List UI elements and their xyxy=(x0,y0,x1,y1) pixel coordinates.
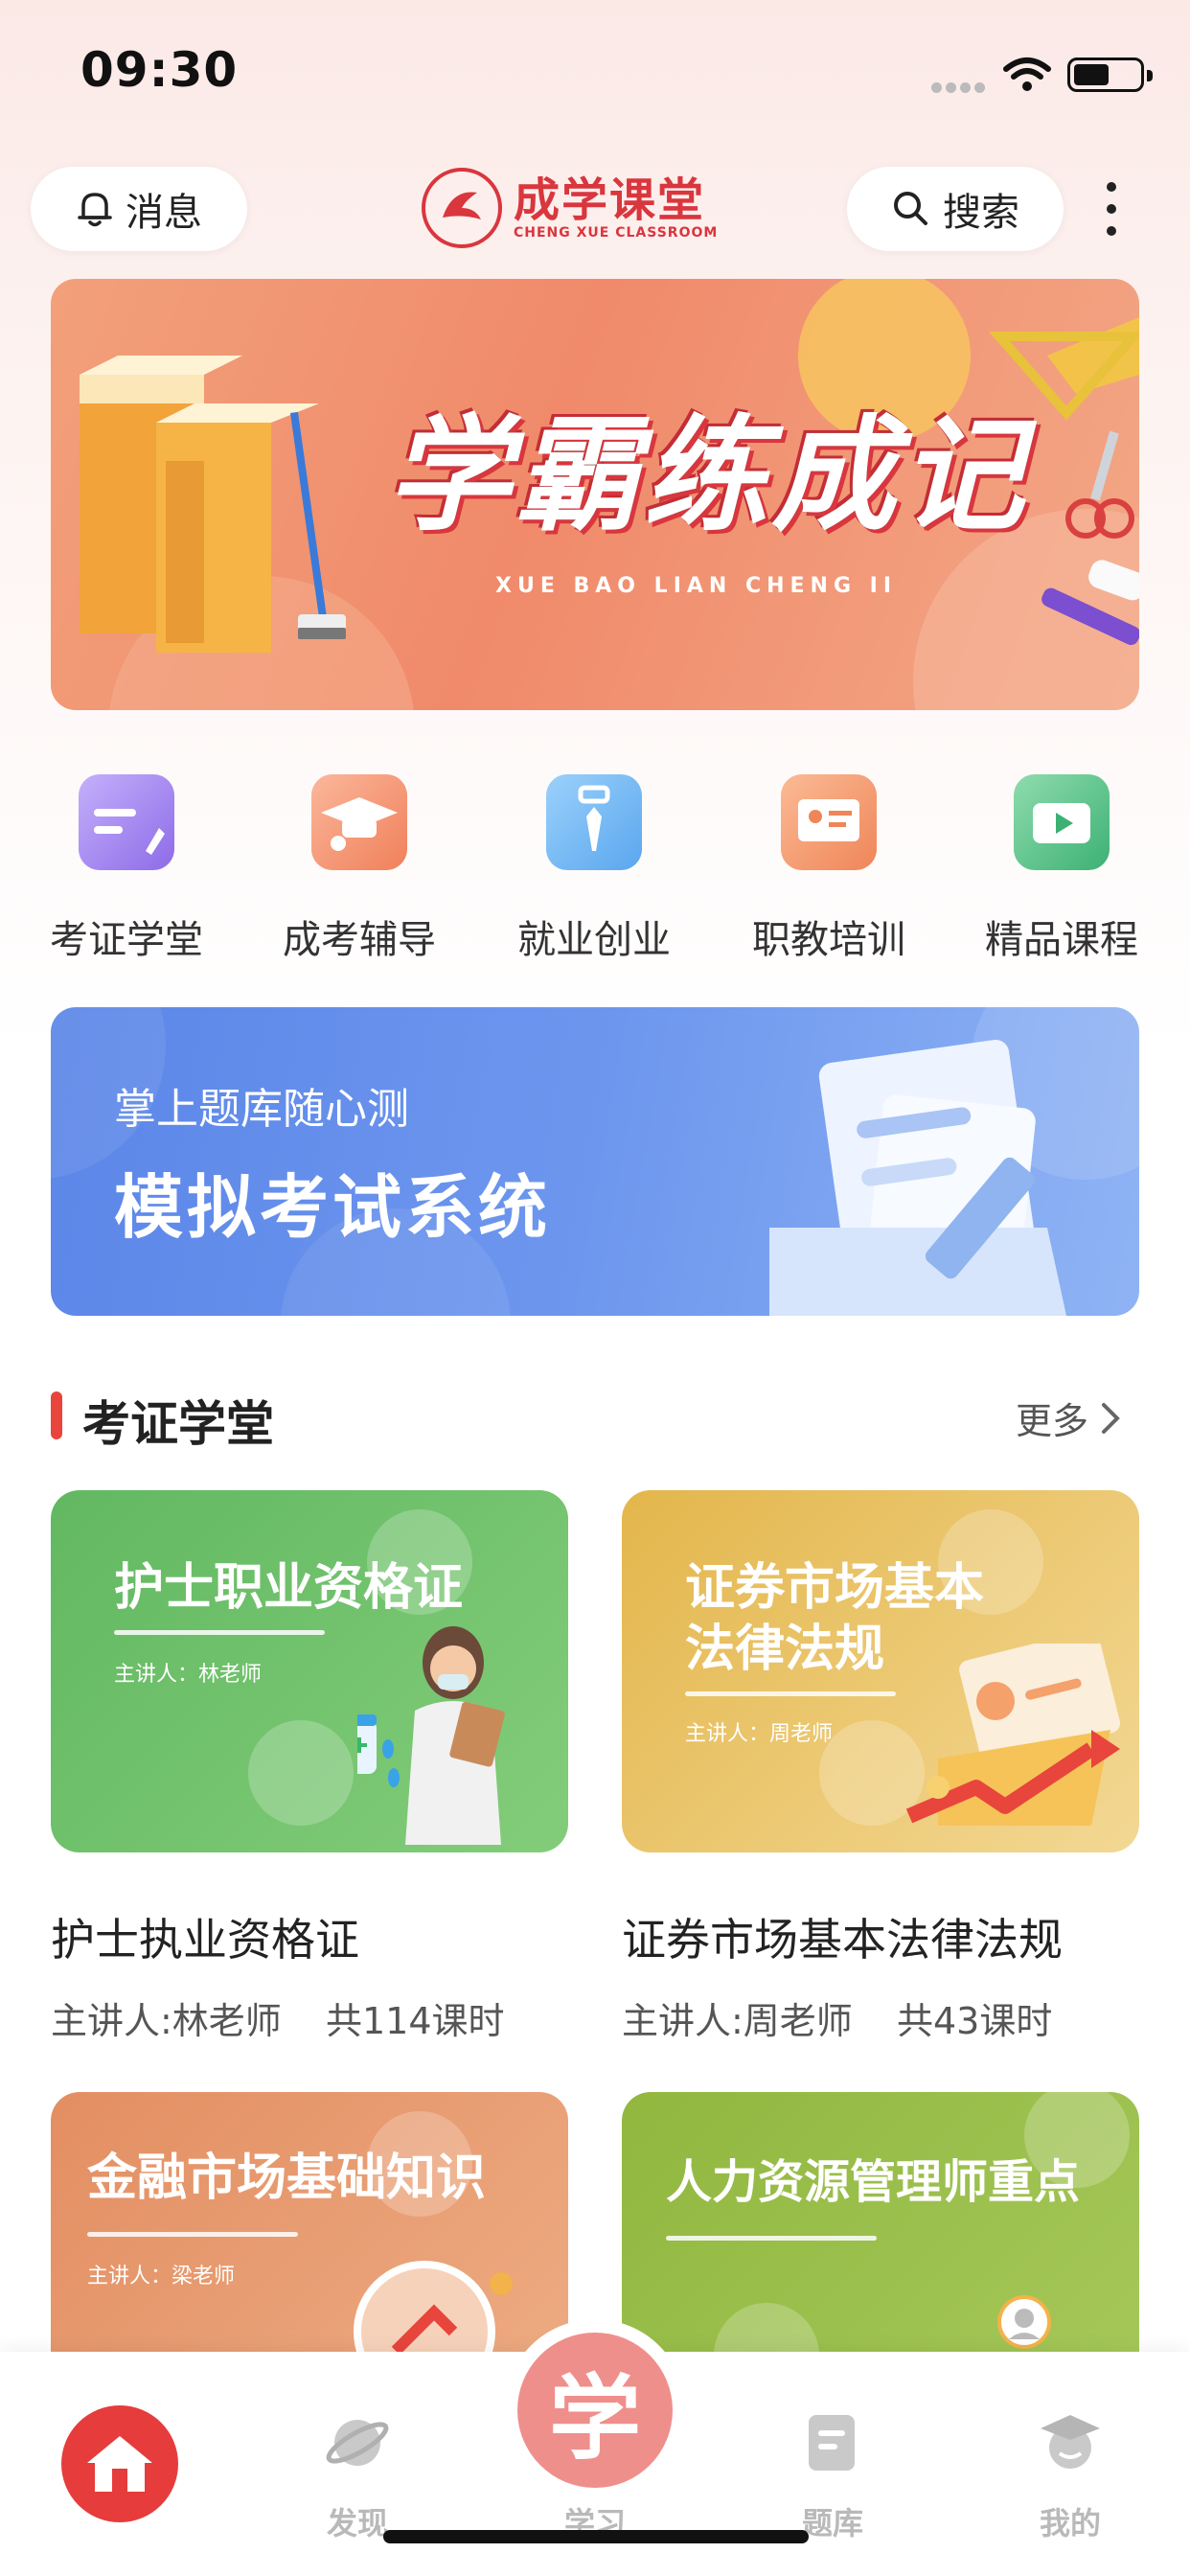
course-card-teacher: 主讲人：周老师 xyxy=(685,1722,834,1746)
course-card-securities[interactable]: 证券市场基本 法律法规 主讲人：周老师 xyxy=(622,1490,1139,1852)
search-button[interactable]: 搜索 xyxy=(847,167,1064,251)
learn-icon: 学 xyxy=(549,2363,641,2472)
logo-subtitle: CHENG XUE CLASSROOM xyxy=(514,225,719,241)
course-name[interactable]: 护士执业资格证 xyxy=(51,1905,359,1968)
chevron-right-icon xyxy=(1102,1402,1120,1434)
course-name[interactable]: 证券市场基本法律法规 xyxy=(622,1905,1063,1968)
divider xyxy=(87,2232,298,2237)
cellular-signal-icon xyxy=(931,79,989,93)
battery-icon xyxy=(1067,58,1153,92)
divider xyxy=(685,1691,896,1696)
app-logo: 成学课堂 CHENG XUE CLASSROOM xyxy=(422,165,734,251)
home-icon xyxy=(87,2436,152,2492)
learn-center-button[interactable]: 学 xyxy=(517,2333,673,2488)
category-label: 就业创业 xyxy=(517,918,671,962)
hero-title: 学霸练成记 xyxy=(386,402,1029,548)
tab-label: 我的 xyxy=(1039,2505,1101,2542)
status-time: 09:30 xyxy=(80,42,239,98)
course-card-teacher: 主讲人：林老师 xyxy=(114,1663,263,1687)
course-lessons: 共43课时 xyxy=(897,2000,1053,2042)
certificate-pen-icon xyxy=(79,774,174,870)
section-accent-bar xyxy=(51,1392,62,1439)
section-title: 考证学堂 xyxy=(82,1396,274,1452)
course-card-title: 金融市场基础知识 xyxy=(87,2150,487,2207)
tab-discover[interactable]: 发现 xyxy=(281,2352,434,2543)
category-label: 考证学堂 xyxy=(50,918,203,962)
id-card-icon xyxy=(781,774,877,870)
course-teacher: 主讲人:林老师 xyxy=(51,2000,282,2042)
logo-title: 成学课堂 xyxy=(514,173,706,227)
divider xyxy=(114,1630,325,1635)
course-card-teacher: 主讲人：梁老师 xyxy=(87,2265,236,2288)
course-teacher: 主讲人:周老师 xyxy=(622,2000,853,2042)
category-zhijiao[interactable]: 职教培训 xyxy=(723,774,934,964)
profile-icon xyxy=(1041,2415,1100,2469)
more-options-icon[interactable] xyxy=(1100,182,1123,236)
hero-subtitle: XUE BAO LIAN CHENG II xyxy=(495,574,898,598)
category-label: 成考辅导 xyxy=(283,918,436,962)
briefcase-tie-icon xyxy=(546,774,642,870)
divider xyxy=(666,2236,877,2241)
message-button[interactable]: 消息 xyxy=(31,167,247,251)
home-indicator xyxy=(383,2530,809,2543)
search-label: 搜索 xyxy=(943,191,1019,235)
nurse-illustration xyxy=(357,1626,505,1845)
course-lessons: 共114课时 xyxy=(326,2000,505,2042)
exam-subtitle: 掌上题库随心测 xyxy=(114,1085,409,1134)
video-play-icon xyxy=(1014,774,1110,870)
tab-question-bank[interactable]: 题库 xyxy=(756,2352,909,2543)
bell-icon xyxy=(78,193,112,227)
finance-chart-illustration xyxy=(905,1644,1121,1826)
mock-exam-banner[interactable]: 掌上题库随心测 模拟考试系统 xyxy=(51,1007,1139,1316)
course-card-title: 人力资源管理师重点 xyxy=(666,2155,1081,2209)
more-label: 更多 xyxy=(1016,1400,1089,1442)
tab-profile[interactable]: 我的 xyxy=(994,2352,1147,2543)
category-jingpin[interactable]: 精品课程 xyxy=(956,774,1167,964)
section-more-link[interactable]: 更多 xyxy=(1016,1392,1125,1444)
course-card-nurse[interactable]: 护士职业资格证 主讲人：林老师 xyxy=(51,1490,568,1852)
message-label: 消息 xyxy=(126,191,202,235)
planet-icon xyxy=(326,2420,389,2466)
wifi-icon xyxy=(1002,56,1052,94)
logo-emblem xyxy=(422,168,502,248)
category-jiuye[interactable]: 就业创业 xyxy=(489,774,699,964)
hero-banner[interactable]: 学霸练成记 XUE BAO LIAN CHENG II xyxy=(51,279,1139,710)
home-button[interactable] xyxy=(61,2405,178,2522)
exam-title: 模拟考试系统 xyxy=(114,1167,552,1248)
graduation-cap-icon xyxy=(311,774,407,870)
teacher-avatar-icon xyxy=(997,2295,1051,2349)
question-bank-icon xyxy=(809,2415,855,2471)
category-label: 精品课程 xyxy=(985,918,1138,962)
category-kaozheng[interactable]: 考证学堂 xyxy=(21,774,232,964)
category-chengkao[interactable]: 成考辅导 xyxy=(254,774,465,964)
category-label: 职教培训 xyxy=(752,918,905,962)
search-icon xyxy=(894,192,927,225)
